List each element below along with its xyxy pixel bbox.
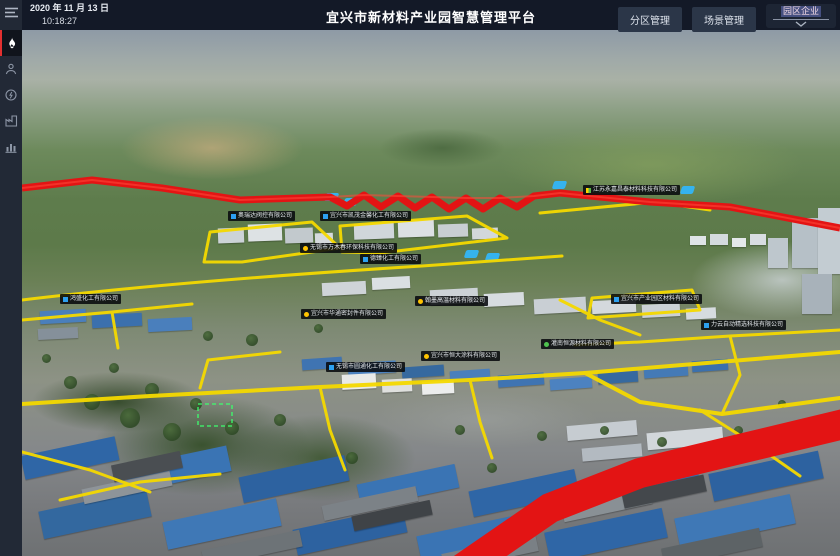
- company-label[interactable]: 灌南恒源材料有限公司: [541, 339, 614, 349]
- company-label-text: 无锡市圆通化工有限公司: [336, 363, 402, 371]
- company-label-text: 宜兴市产业园区材料有限公司: [621, 295, 699, 303]
- company-marker-icon: [424, 354, 429, 359]
- header-bar: 2020 年 11 月 13 日 10:18:27 宜兴市新材料产业园智慧管理平…: [22, 0, 840, 30]
- dropdown-selected-label: 园区企业: [781, 6, 821, 17]
- sidebar-item-energy[interactable]: [0, 82, 22, 108]
- company-label-text: 力云自动精选科技有限公司: [711, 321, 783, 329]
- company-label[interactable]: 鸿盛化工有限公司: [60, 294, 121, 304]
- company-label[interactable]: 翰墨高温材料有限公司: [415, 296, 488, 306]
- company-marker-icon: [329, 365, 334, 370]
- company-label-text: 宜兴市凯茂金馨化工有限公司: [330, 212, 408, 220]
- map-3d-view[interactable]: 奥瑞达阀控有限公司 宜兴市凯茂金馨化工有限公司无锡市万木春环保科技有限公司德臻化工…: [22, 30, 840, 556]
- scene-manage-button[interactable]: 场景管理: [692, 7, 756, 32]
- company-marker-icon: [231, 214, 236, 219]
- flame-icon: [6, 37, 18, 50]
- app-window: 2020 年 11 月 13 日 10:18:27 宜兴市新材料产业园智慧管理平…: [0, 0, 840, 556]
- menu-icon[interactable]: [0, 0, 22, 24]
- company-label-text: 鸿盛化工有限公司: [70, 295, 118, 303]
- company-label[interactable]: 德臻化工有限公司: [360, 254, 421, 264]
- dropdown-divider: [773, 19, 829, 20]
- company-marker-icon: [586, 188, 591, 193]
- company-label-text: 无锡市万木春环保科技有限公司: [310, 244, 394, 252]
- company-marker-icon: [418, 299, 423, 304]
- sidebar-item-stats[interactable]: [0, 134, 22, 160]
- sidebar-item-fire[interactable]: [0, 30, 22, 56]
- chevron-down-icon: [795, 21, 807, 27]
- zone-manage-button[interactable]: 分区管理: [618, 7, 682, 32]
- factory-icon: [5, 115, 18, 127]
- sidebar-item-user[interactable]: [0, 56, 22, 82]
- company-label[interactable]: 江苏永嘉昌泰材料科技有限公司: [583, 185, 680, 195]
- company-marker-icon: [704, 323, 709, 328]
- company-label[interactable]: 力云自动精选科技有限公司: [701, 320, 786, 330]
- company-marker-icon: [544, 342, 549, 347]
- company-marker-icon: [323, 214, 328, 219]
- company-label[interactable]: 宜兴市恒大涂料有限公司: [421, 351, 500, 361]
- company-marker-icon: [303, 246, 308, 251]
- company-label-text: 德臻化工有限公司: [370, 255, 418, 263]
- company-label[interactable]: 无锡市万木春环保科技有限公司: [300, 243, 397, 253]
- company-label[interactable]: 宜兴市产业园区材料有限公司: [611, 294, 702, 304]
- company-label[interactable]: 宜兴市华通密封件有限公司: [301, 309, 386, 319]
- company-label[interactable]: 奥瑞达阀控有限公司: [228, 211, 295, 221]
- sidebar-item-factory[interactable]: [0, 108, 22, 134]
- company-label-text: 宜兴市恒大涂料有限公司: [431, 352, 497, 360]
- company-marker-icon: [614, 297, 619, 302]
- park-enterprise-dropdown[interactable]: 园区企业: [766, 4, 836, 28]
- gauge-icon: [5, 89, 17, 101]
- company-label-text: 灌南恒源材料有限公司: [551, 340, 611, 348]
- company-label[interactable]: 无锡市圆通化工有限公司: [326, 362, 405, 372]
- company-marker-icon: [63, 297, 68, 302]
- sidebar: [0, 0, 22, 556]
- company-label[interactable]: 宜兴市凯茂金馨化工有限公司: [320, 211, 411, 221]
- bar-chart-icon: [5, 141, 17, 153]
- header-actions: 分区管理 场景管理 园区企业: [618, 4, 836, 32]
- company-label-text: 奥瑞达阀控有限公司: [238, 212, 292, 220]
- company-labels-layer: 奥瑞达阀控有限公司 宜兴市凯茂金馨化工有限公司无锡市万木春环保科技有限公司德臻化工…: [22, 30, 840, 556]
- company-marker-icon: [363, 257, 368, 262]
- company-label-text: 宜兴市华通密封件有限公司: [311, 310, 383, 318]
- company-label-text: 翰墨高温材料有限公司: [425, 297, 485, 305]
- company-marker-icon: [304, 312, 309, 317]
- user-icon: [5, 63, 17, 75]
- company-label-text: 江苏永嘉昌泰材料科技有限公司: [593, 186, 677, 194]
